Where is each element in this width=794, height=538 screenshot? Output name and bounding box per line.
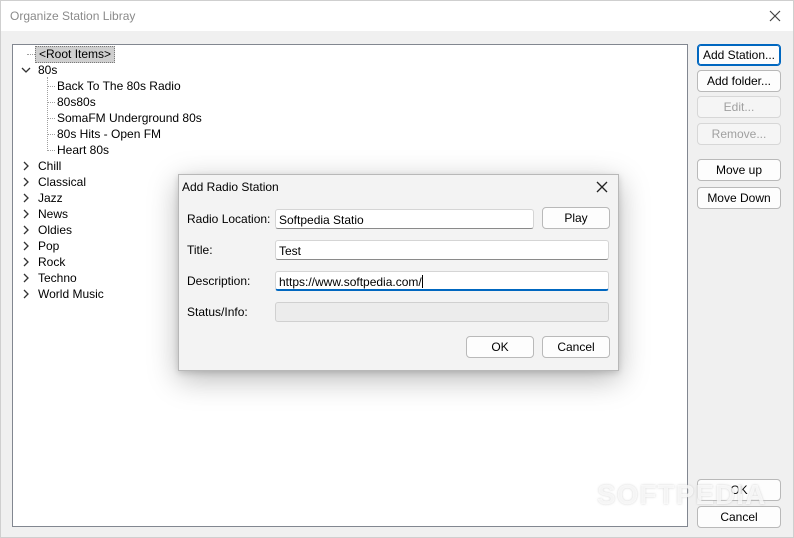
window-title: Organize Station Libray xyxy=(10,9,136,23)
radio-location-input[interactable]: Softpedia Statio xyxy=(275,209,534,229)
tree-group-label: News xyxy=(38,207,69,221)
chevron-right-icon[interactable] xyxy=(21,209,31,219)
station-label: 80s80s xyxy=(57,95,96,109)
dialog-title: Add Radio Station xyxy=(182,180,279,194)
tree-group-label: Chill xyxy=(38,159,62,173)
move-up-button[interactable]: Move up xyxy=(697,159,781,181)
tree-group-label: Classical xyxy=(38,175,87,189)
dialog-cancel-button[interactable]: Cancel xyxy=(542,336,610,358)
chevron-right-icon[interactable] xyxy=(21,289,31,299)
title-input[interactable]: Test xyxy=(275,240,609,260)
title-bar: Organize Station Libray xyxy=(1,1,793,31)
description-value: https://www.softpedia.com/ xyxy=(279,275,422,289)
radio-location-label: Radio Location: xyxy=(187,212,271,226)
tree-connector xyxy=(47,118,55,119)
tree-connector xyxy=(47,77,48,149)
remove-button[interactable]: Remove... xyxy=(697,123,781,145)
edit-button[interactable]: Edit... xyxy=(697,96,781,118)
tree-connector xyxy=(47,102,55,103)
tree-group-label: World Music xyxy=(38,287,104,301)
chevron-down-icon[interactable] xyxy=(21,65,31,75)
text-caret xyxy=(421,275,423,288)
tree-group-label: Jazz xyxy=(38,191,63,205)
organize-library-window: Organize Station Libray <Root Items> 80s… xyxy=(0,0,794,538)
play-button[interactable]: Play xyxy=(542,207,610,229)
station-label: Heart 80s xyxy=(57,143,110,157)
tree-group-label: Rock xyxy=(38,255,66,269)
station-label: 80s Hits - Open FM xyxy=(57,127,162,141)
close-icon[interactable] xyxy=(594,179,610,195)
station-label: SomaFM Underground 80s xyxy=(57,111,202,125)
tree-group-label: Pop xyxy=(38,239,60,253)
tree-group-label: Oldies xyxy=(38,223,73,237)
add-station-button[interactable]: Add Station... xyxy=(697,44,781,66)
status-info-field xyxy=(275,302,609,322)
status-info-label: Status/Info: xyxy=(187,305,248,319)
description-input[interactable]: https://www.softpedia.com/ xyxy=(275,271,609,291)
tree-connector xyxy=(47,86,55,87)
dialog-ok-button[interactable]: OK xyxy=(466,336,534,358)
chevron-right-icon[interactable] xyxy=(21,161,31,171)
tree-group-label: Techno xyxy=(38,271,77,285)
chevron-right-icon[interactable] xyxy=(21,177,31,187)
chevron-right-icon[interactable] xyxy=(21,241,31,251)
root-items-label: <Root Items> xyxy=(35,46,116,63)
move-down-button[interactable]: Move Down xyxy=(697,187,781,209)
station-label: Back To The 80s Radio xyxy=(57,79,181,93)
tree-connector xyxy=(47,150,55,151)
tree-connector xyxy=(27,54,35,55)
description-label: Description: xyxy=(187,274,251,288)
add-radio-station-dialog: Add Radio Station Radio Location: Softpe… xyxy=(178,174,619,371)
chevron-right-icon[interactable] xyxy=(21,193,31,203)
title-label: Title: xyxy=(187,243,213,257)
chevron-right-icon[interactable] xyxy=(21,225,31,235)
chevron-right-icon[interactable] xyxy=(21,273,31,283)
chevron-right-icon[interactable] xyxy=(21,257,31,267)
tree-connector xyxy=(47,134,55,135)
watermark: SOFTPEDIA xyxy=(597,479,767,510)
close-icon[interactable] xyxy=(766,7,784,25)
tree-group-label: 80s xyxy=(38,63,58,77)
add-folder-button[interactable]: Add folder... xyxy=(697,70,781,92)
